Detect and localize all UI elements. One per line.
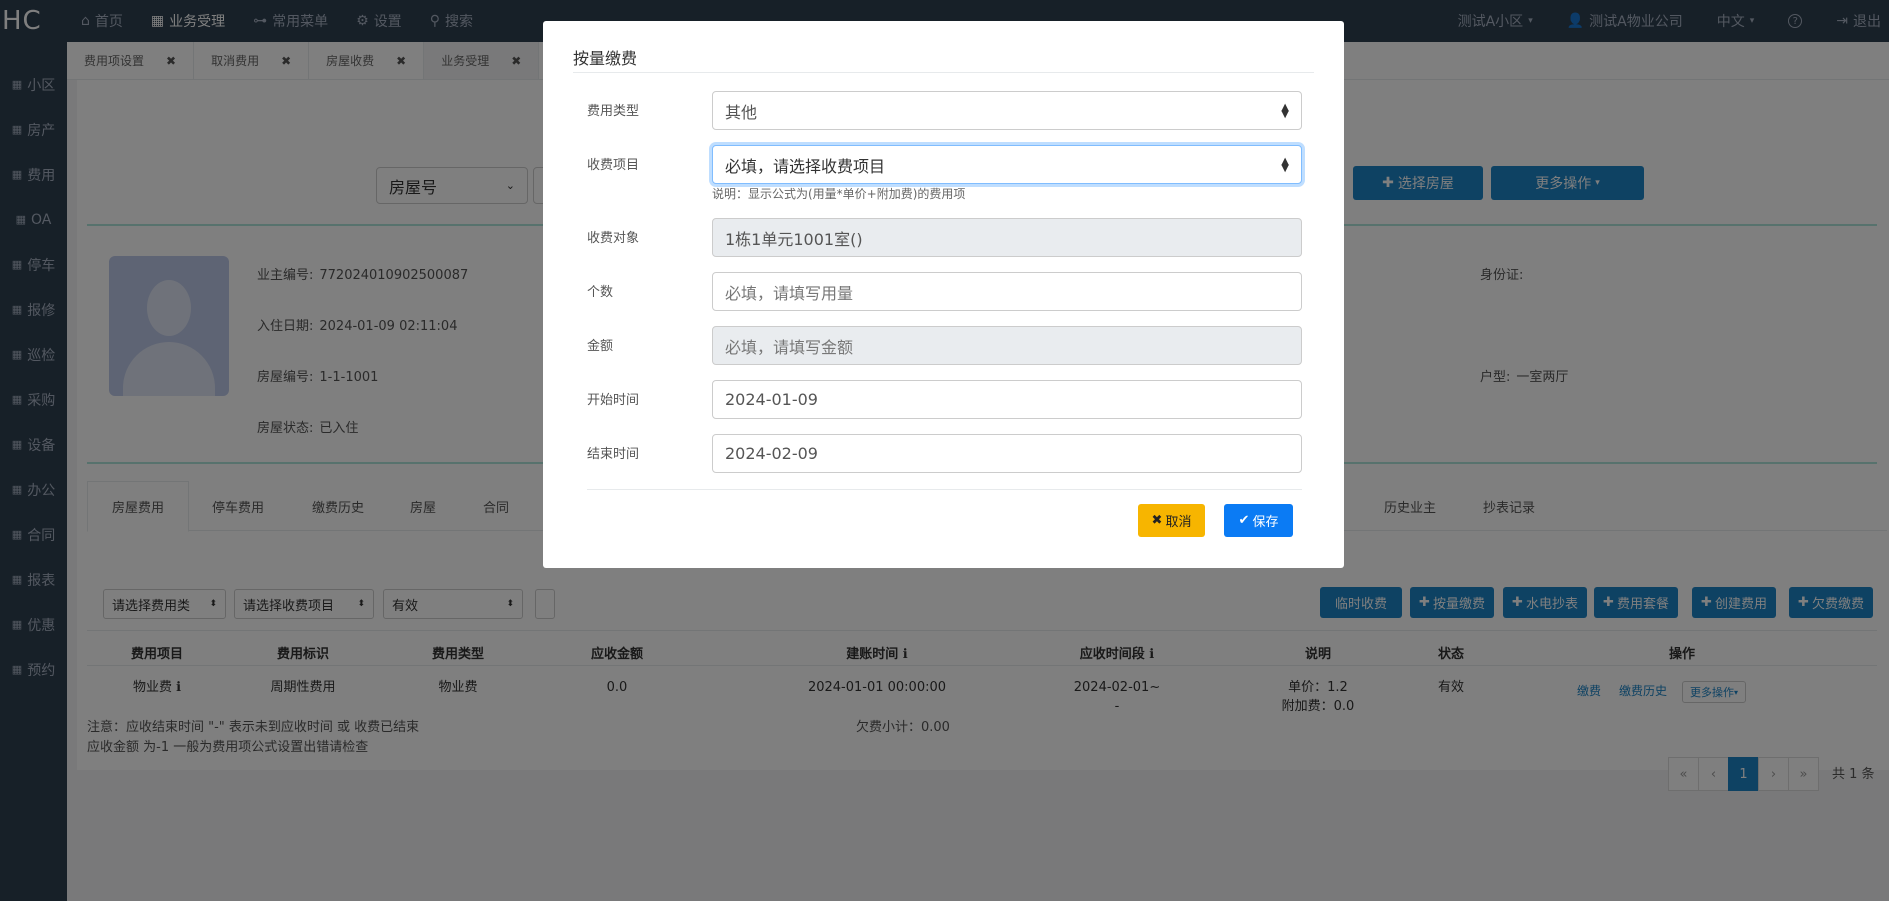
fee-type-label: 费用类型 bbox=[587, 104, 640, 119]
modal-title: 按量缴费 bbox=[573, 49, 638, 68]
target-field: 1栋1单元1001室() bbox=[712, 218, 1302, 257]
start-time-input[interactable]: 2024-01-09 bbox=[712, 380, 1302, 419]
count-label: 个数 bbox=[587, 285, 614, 300]
save-button[interactable]: ✔ 保存 bbox=[1224, 504, 1293, 537]
pay-by-quantity-modal: 按量缴费 费用类型 其他 ▲ ▼ 收费项目 必填，请选择收费项目 ▲ ▼ 说明：显示公式… bbox=[543, 21, 1344, 568]
count-input[interactable]: 必填，请填写用量 bbox=[712, 272, 1302, 311]
amount-input: 必填，请填写金额 bbox=[712, 326, 1302, 365]
fee-type-select[interactable]: 其他 ▲ ▼ bbox=[712, 91, 1302, 130]
start-time-label: 开始时间 bbox=[587, 393, 640, 408]
sort-icon: ▲ ▼ bbox=[1281, 155, 1289, 174]
close-icon: ✖ bbox=[1151, 513, 1163, 528]
fee-item-label: 收费项目 bbox=[587, 158, 640, 173]
check-icon: ✔ bbox=[1238, 513, 1250, 528]
modal-title-divider bbox=[573, 72, 1314, 73]
target-label: 收费对象 bbox=[587, 231, 640, 246]
cancel-button[interactable]: ✖ 取消 bbox=[1138, 504, 1205, 537]
modal-footer-divider bbox=[587, 489, 1302, 490]
end-time-input[interactable]: 2024-02-09 bbox=[712, 434, 1302, 473]
sort-icon: ▲ ▼ bbox=[1281, 101, 1289, 120]
fee-item-select[interactable]: 必填，请选择收费项目 ▲ ▼ bbox=[712, 145, 1302, 184]
amount-label: 金额 bbox=[587, 339, 614, 354]
formula-hint: 说明：显示公式为(用量*单价+附加费)的费用项 bbox=[712, 187, 966, 201]
end-time-label: 结束时间 bbox=[587, 447, 640, 462]
